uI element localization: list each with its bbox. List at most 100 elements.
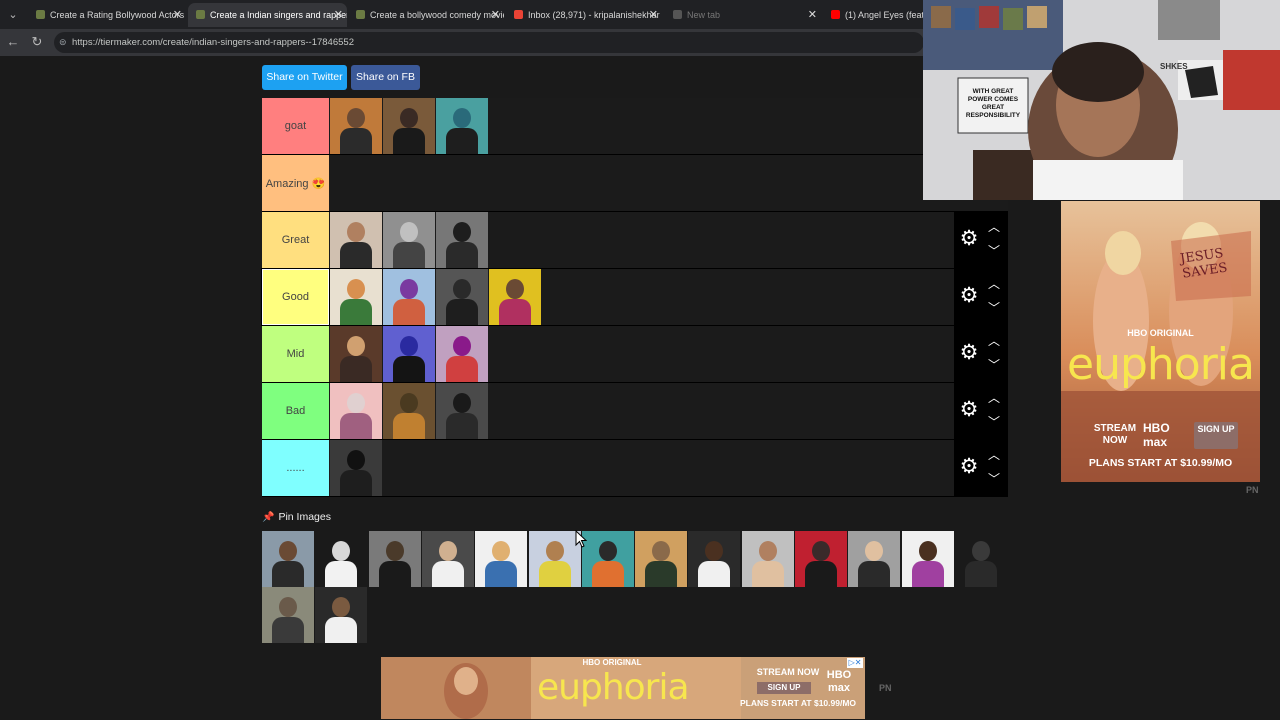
tier-label[interactable]: Bad — [262, 383, 329, 439]
move-down-chevron-icon[interactable]: ﹀ — [986, 301, 1002, 315]
pool-image-tile[interactable] — [528, 531, 581, 587]
artist-image-tile[interactable] — [383, 326, 435, 382]
tab-youtube[interactable]: (1) Angel Eyes (feat. Ju — [823, 3, 923, 27]
artist-image-tile[interactable] — [330, 383, 382, 439]
pool-image-tile[interactable] — [262, 587, 314, 643]
artist-image-tile[interactable] — [330, 326, 382, 382]
artist-face — [598, 541, 617, 561]
close-tab-icon[interactable]: ✕ — [808, 3, 817, 27]
ad-choices-icon[interactable]: ▷✕ — [847, 658, 863, 668]
share-fb-button[interactable]: Share on FB — [351, 65, 420, 90]
artist-body — [538, 561, 571, 587]
tier-label[interactable]: Good — [261, 268, 330, 326]
artist-face — [506, 279, 524, 299]
artist-face — [971, 541, 990, 561]
bottom-ad-signup-button[interactable]: SIGN UP — [757, 682, 811, 694]
artist-image-tile[interactable] — [489, 269, 541, 325]
pool-image-tile[interactable] — [848, 531, 901, 587]
artist-image-tile[interactable] — [436, 326, 488, 382]
side-ad-signup-button[interactable]: SIGN UP — [1194, 422, 1238, 449]
pool-image-tile[interactable] — [795, 531, 847, 587]
youtube-favicon-icon — [831, 10, 840, 19]
move-up-chevron-icon[interactable]: ︿ — [986, 334, 1002, 348]
tab-new-tab[interactable]: New tab ✕ — [665, 3, 821, 27]
tier-row: goat — [262, 98, 1008, 155]
close-tab-icon[interactable]: ✕ — [491, 3, 500, 27]
tab-comedy-movie[interactable]: Create a bollywood comedy movie ✕ — [348, 3, 504, 27]
move-down-chevron-icon[interactable]: ﹀ — [986, 415, 1002, 429]
move-up-chevron-icon[interactable]: ︿ — [986, 448, 1002, 462]
close-tab-icon[interactable]: ✕ — [649, 3, 658, 27]
pool-image-tile[interactable] — [315, 587, 368, 643]
tier-label[interactable]: Mid — [262, 326, 329, 382]
tier-label[interactable]: Amazing 😍 — [262, 155, 329, 211]
gear-icon[interactable]: ⚙ — [958, 399, 980, 421]
artist-image-tile[interactable] — [383, 269, 435, 325]
tier-label[interactable]: goat — [262, 98, 329, 154]
artist-image-tile[interactable] — [330, 98, 382, 154]
move-up-chevron-icon[interactable]: ︿ — [986, 220, 1002, 234]
move-up-chevron-icon[interactable]: ︿ — [986, 391, 1002, 405]
tier-items — [330, 212, 489, 268]
site-info-icon[interactable]: ⊜ — [59, 36, 69, 48]
pool-image-tile[interactable] — [954, 531, 1007, 587]
pool-image-tile[interactable] — [421, 531, 474, 587]
pin-images-heading[interactable]: 📌 Pin Images — [262, 510, 331, 524]
artist-image-tile[interactable] — [436, 98, 488, 154]
tier-row: Mid ⚙ ︿ ﹀ — [262, 326, 1008, 383]
artist-image-tile[interactable] — [383, 383, 435, 439]
tier-list: goat Amazing 😍 Great ⚙ ︿ ﹀ Good ⚙ ︿ ﹀ Mid ⚙ ︿ ﹀ Bad ⚙ ︿ ﹀… — [261, 98, 1008, 497]
gear-icon[interactable]: ⚙ — [958, 456, 980, 478]
tier-items — [330, 440, 383, 496]
bottom-ad-brand: HBO max — [826, 669, 852, 694]
pool-image-tile[interactable] — [635, 531, 688, 587]
back-arrow-icon[interactable]: ← — [5, 34, 21, 50]
tier-row: Good ⚙ ︿ ﹀ — [261, 268, 1008, 326]
artist-image-tile[interactable] — [330, 440, 382, 496]
artist-image-tile[interactable] — [330, 269, 382, 325]
artist-image-tile[interactable] — [383, 98, 435, 154]
gear-icon[interactable]: ⚙ — [958, 342, 980, 364]
tab-indian-singers[interactable]: Create a Indian singers and rappers ✕ — [188, 3, 347, 27]
artist-body — [340, 242, 372, 268]
pool-image-tile[interactable] — [262, 531, 314, 587]
reload-icon[interactable]: ↻ — [29, 34, 45, 50]
move-down-chevron-icon[interactable]: ﹀ — [986, 472, 1002, 486]
artist-body — [751, 561, 784, 587]
tier-row: Amazing 😍 — [262, 155, 1008, 212]
artist-body — [340, 413, 372, 439]
artist-image-tile[interactable] — [330, 212, 382, 268]
share-twitter-button[interactable]: Share on Twitter — [262, 65, 347, 90]
artist-image-tile[interactable] — [383, 212, 435, 268]
artist-face — [453, 279, 471, 299]
artist-image-tile[interactable] — [436, 383, 488, 439]
pool-image-tile[interactable] — [315, 531, 368, 587]
tab-gmail-inbox[interactable]: Inbox (28,971) - kripalanishekhar ✕ — [506, 3, 662, 27]
move-down-chevron-icon[interactable]: ﹀ — [986, 244, 1002, 258]
artist-body — [272, 561, 304, 587]
tier-label[interactable]: Great — [262, 212, 329, 268]
pool-image-tile[interactable] — [688, 531, 741, 587]
move-down-chevron-icon[interactable]: ﹀ — [986, 358, 1002, 372]
artist-body — [325, 617, 358, 643]
pool-image-tile[interactable] — [368, 531, 421, 587]
close-tab-icon[interactable]: ✕ — [173, 3, 182, 27]
gear-icon[interactable]: ⚙ — [958, 228, 980, 250]
close-tab-icon[interactable]: ✕ — [334, 3, 343, 27]
tab-search-icon[interactable]: ⌄ — [4, 6, 22, 24]
pool-image-tile[interactable] — [901, 531, 954, 587]
artist-image-tile[interactable] — [436, 212, 488, 268]
gear-icon[interactable]: ⚙ — [958, 285, 980, 307]
tier-label[interactable]: ...... — [262, 440, 329, 496]
webcam-shelf-text: SHKES — [1160, 62, 1188, 71]
pool-image-tile[interactable] — [581, 531, 634, 587]
artist-face — [347, 108, 365, 128]
euphoria-bottom-ad[interactable]: HBO ORIGINAL euphoria STREAM NOW SIGN UP… — [381, 657, 865, 719]
artist-image-tile[interactable] — [436, 269, 488, 325]
address-bar[interactable]: ⊜ https://tiermaker.com/create/indian-si… — [54, 32, 924, 53]
pool-image-tile[interactable] — [475, 531, 528, 587]
tab-bollywood-actors[interactable]: Create a Rating Bollywood Actors ✕ — [28, 3, 186, 27]
pool-image-tile[interactable] — [741, 531, 794, 587]
euphoria-side-ad[interactable]: JESUS SAVES HBO ORIGINAL euphoria STREAM… — [1061, 201, 1260, 482]
move-up-chevron-icon[interactable]: ︿ — [986, 277, 1002, 291]
